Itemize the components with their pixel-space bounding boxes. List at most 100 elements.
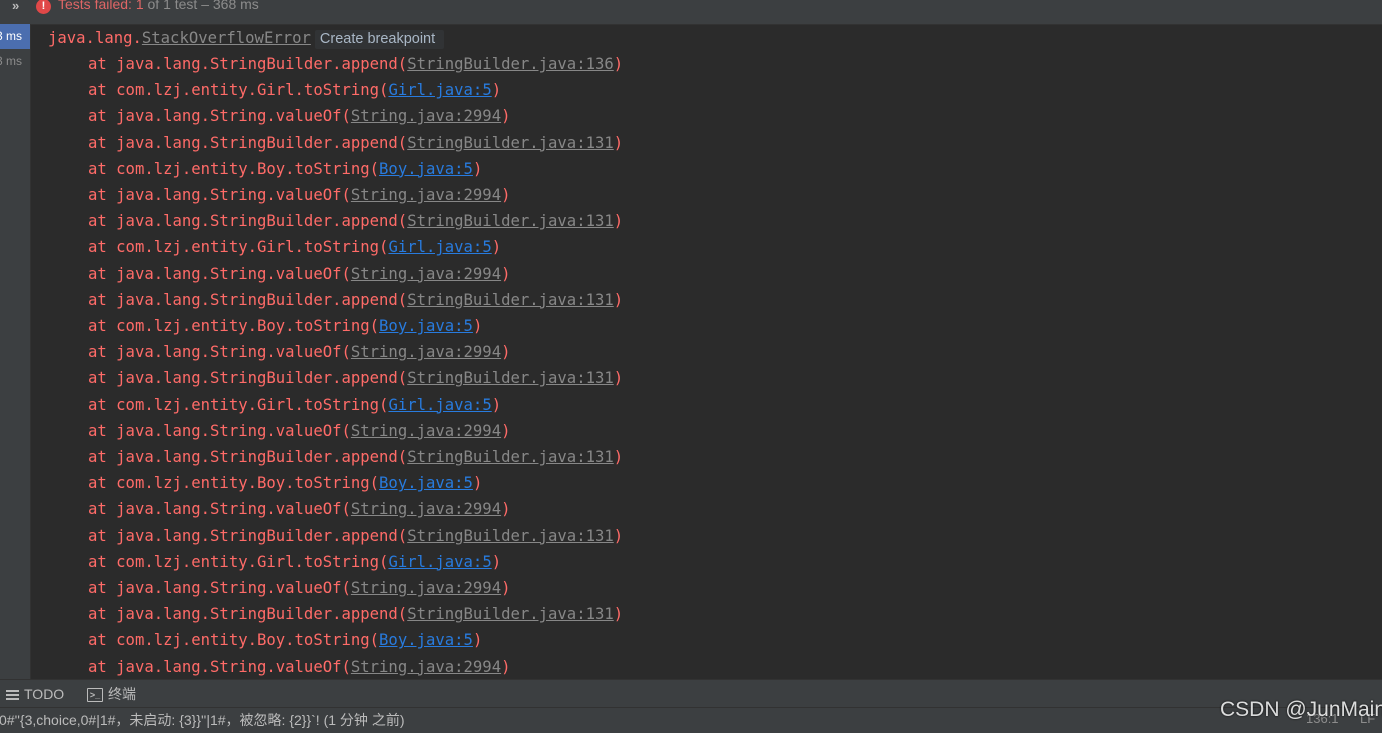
source-link[interactable]: Girl.java:5: [388, 396, 491, 414]
stack-frame-method: at java.lang.String.valueOf(: [88, 264, 351, 283]
chevron-double-right-icon[interactable]: »: [12, 0, 19, 13]
source-link[interactable]: String.java:2994: [351, 186, 501, 204]
source-link[interactable]: Boy.java:5: [379, 474, 473, 492]
close-paren: ): [501, 657, 511, 676]
stack-frame-method: at com.lzj.entity.Boy.toString(: [88, 159, 380, 178]
stack-frame-line: at java.lang.String.valueOf(String.java:…: [88, 261, 510, 287]
close-paren: ): [501, 186, 511, 204]
close-paren: ): [501, 107, 511, 126]
stack-frame-line: at java.lang.String.valueOf(String.java:…: [88, 182, 510, 208]
source-link[interactable]: Boy.java:5: [379, 160, 473, 178]
source-link[interactable]: String.java:2994: [351, 265, 501, 283]
source-link[interactable]: String.java:2994: [351, 107, 501, 125]
test-result-summary: Tests failed: 1 of 1 test – 368 ms: [58, 0, 259, 12]
source-link[interactable]: Girl.java:5: [388, 238, 491, 256]
stack-frame-method: at java.lang.StringBuilder.append(: [88, 55, 408, 73]
close-paren: ): [613, 369, 624, 388]
close-paren: ): [501, 421, 511, 440]
source-link[interactable]: Boy.java:5: [379, 317, 473, 335]
source-link[interactable]: String.java:2994: [351, 579, 501, 597]
source-link[interactable]: String.java:2994: [351, 422, 501, 440]
stack-frame-line: at java.lang.String.valueOf(String.java:…: [88, 418, 510, 444]
close-paren: ): [472, 317, 483, 335]
close-paren: ): [613, 133, 624, 152]
stack-frame-line: at java.lang.StringBuilder.append(String…: [88, 601, 623, 627]
stack-frame-method: at java.lang.String.valueOf(: [88, 107, 351, 126]
test-time-item[interactable]: 3 ms: [0, 24, 30, 49]
stack-frame-line: at java.lang.StringBuilder.append(String…: [88, 444, 623, 470]
exception-prefix: java.lang.: [48, 29, 142, 47]
stack-frame-line: at com.lzj.entity.Boy.toString(Boy.java:…: [88, 470, 482, 496]
status-bar: 0#''{3,choice,0#|1#，未启动: {3}}''|1#，被忽略: …: [0, 707, 1382, 733]
close-paren: ): [613, 290, 624, 309]
close-paren: ): [491, 81, 502, 100]
stack-frame-method: at java.lang.String.valueOf(: [88, 421, 351, 440]
tool-window-bar: TODO >_ 终端: [0, 679, 1382, 708]
close-paren: ): [613, 55, 624, 73]
stack-frame-line: at com.lzj.entity.Boy.toString(Boy.java:…: [88, 627, 482, 653]
stack-frame-line: at java.lang.String.valueOf(String.java:…: [88, 654, 510, 679]
exception-class-link[interactable]: StackOverflowError: [142, 29, 311, 47]
stack-frame-line: at java.lang.StringBuilder.append(String…: [88, 130, 623, 156]
source-link[interactable]: String.java:2994: [351, 500, 501, 518]
stack-frame-line: at com.lzj.entity.Girl.toString(Girl.jav…: [88, 234, 501, 260]
stack-frame-line: at java.lang.StringBuilder.append(String…: [88, 51, 623, 77]
stack-frame-line: at com.lzj.entity.Girl.toString(Girl.jav…: [88, 392, 501, 418]
stack-frame-method: at java.lang.StringBuilder.append(: [88, 212, 408, 231]
source-link[interactable]: StringBuilder.java:131: [407, 134, 614, 152]
stack-frame-line: at java.lang.String.valueOf(String.java:…: [88, 496, 510, 522]
close-paren: ): [501, 264, 511, 283]
source-link[interactable]: String.java:2994: [351, 343, 501, 361]
status-message[interactable]: 0#''{3,choice,0#|1#，未启动: {3}}''|1#，被忽略: …: [0, 710, 404, 730]
close-paren: ): [613, 605, 624, 624]
exception-line: java.lang.StackOverflowError Create break…: [48, 25, 445, 51]
stack-frame-method: at java.lang.StringBuilder.append(: [88, 526, 408, 545]
terminal-icon: >_: [87, 688, 103, 703]
close-paren: ): [491, 552, 502, 571]
source-link[interactable]: StringBuilder.java:136: [407, 55, 614, 73]
stack-frame-method: at java.lang.StringBuilder.append(: [88, 133, 408, 152]
stack-frame-line: at com.lzj.entity.Girl.toString(Girl.jav…: [88, 77, 501, 103]
close-paren: ): [613, 212, 624, 231]
source-link[interactable]: StringBuilder.java:131: [407, 212, 614, 230]
close-paren: ): [491, 238, 502, 257]
source-link[interactable]: StringBuilder.java:131: [407, 527, 614, 545]
stack-frame-method: at java.lang.String.valueOf(: [88, 186, 351, 204]
stack-frame-line: at com.lzj.entity.Boy.toString(Boy.java:…: [88, 156, 482, 182]
stack-frame-line: at java.lang.StringBuilder.append(String…: [88, 208, 623, 234]
todo-label: TODO: [24, 686, 65, 702]
source-link[interactable]: Boy.java:5: [379, 631, 473, 649]
close-paren: ): [613, 448, 624, 466]
source-link[interactable]: Girl.java:5: [388, 81, 491, 99]
source-link[interactable]: StringBuilder.java:131: [407, 369, 614, 387]
close-paren: ): [491, 395, 502, 414]
console-output[interactable]: java.lang.StackOverflowError Create break…: [31, 24, 1382, 679]
stack-frame-method: at java.lang.String.valueOf(: [88, 500, 351, 519]
tests-summary-text: of 1 test – 368 ms: [143, 0, 259, 12]
stack-frame-line: at com.lzj.entity.Girl.toString(Girl.jav…: [88, 549, 501, 575]
stack-frame-method: at java.lang.StringBuilder.append(: [88, 448, 408, 466]
close-paren: ): [613, 526, 624, 545]
source-link[interactable]: StringBuilder.java:131: [407, 448, 614, 466]
stack-frame-method: at com.lzj.entity.Boy.toString(: [88, 317, 380, 335]
source-link[interactable]: StringBuilder.java:131: [407, 291, 614, 309]
terminal-label: 终端: [108, 686, 136, 702]
stack-frame-method: at com.lzj.entity.Boy.toString(: [88, 631, 380, 650]
create-breakpoint-link[interactable]: Create breakpoint: [314, 30, 445, 49]
test-time-item[interactable]: 3 ms: [0, 49, 30, 74]
terminal-tab[interactable]: >_ 终端: [87, 680, 136, 708]
stack-frame-line: at java.lang.String.valueOf(String.java:…: [88, 339, 510, 365]
source-link[interactable]: Girl.java:5: [388, 553, 491, 571]
test-time-label: 3 ms: [0, 29, 23, 43]
todo-tab[interactable]: TODO: [6, 680, 64, 708]
stack-frame-line: at java.lang.StringBuilder.append(String…: [88, 523, 623, 549]
stack-frame-method: at java.lang.String.valueOf(: [88, 579, 351, 597]
source-link[interactable]: StringBuilder.java:131: [407, 605, 614, 623]
close-paren: ): [501, 579, 511, 597]
stack-frame-method: at com.lzj.entity.Girl.toString(: [88, 395, 389, 414]
stack-frame-line: at com.lzj.entity.Boy.toString(Boy.java:…: [88, 313, 482, 339]
stack-frame-method: at java.lang.String.valueOf(: [88, 343, 351, 362]
source-link[interactable]: String.java:2994: [351, 658, 501, 676]
close-paren: ): [472, 159, 483, 178]
close-paren: ): [472, 474, 483, 493]
